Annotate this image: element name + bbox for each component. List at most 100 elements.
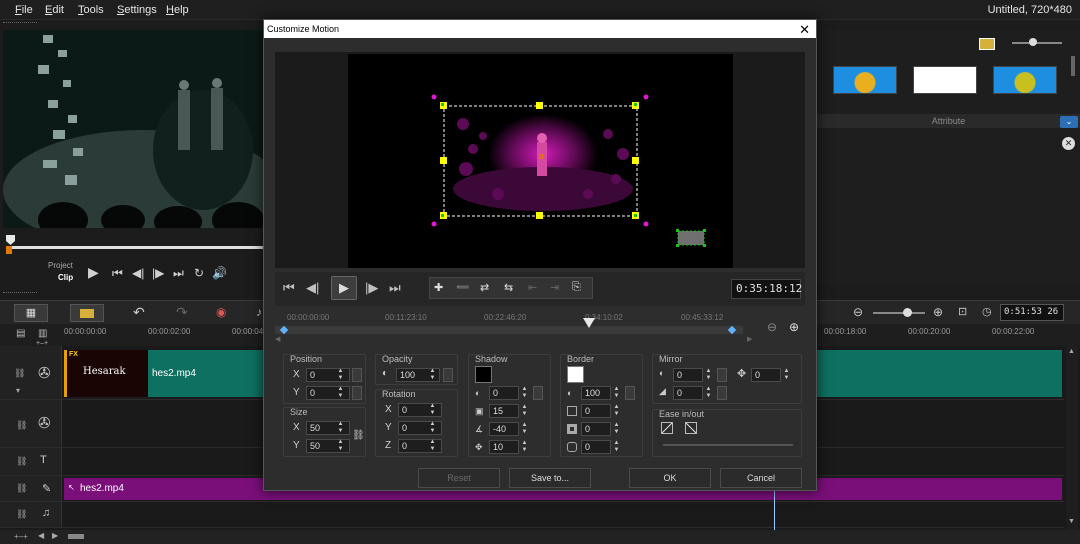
- scroll-down-icon[interactable]: ▼: [1068, 518, 1075, 525]
- ok-button[interactable]: OK: [629, 468, 711, 488]
- shadow-distance-input[interactable]: 10: [489, 440, 519, 454]
- track-lock-icon[interactable]: ⛓: [16, 420, 27, 431]
- border-value3-stepper[interactable]: ▲ ▼: [612, 440, 621, 454]
- trim-marker[interactable]: [6, 246, 12, 254]
- zoom-in-icon[interactable]: ⊕: [789, 320, 799, 334]
- border-width-input[interactable]: 0: [581, 404, 611, 418]
- close-icon[interactable]: ✕: [799, 21, 810, 39]
- horizontal-scroll-thumb[interactable]: [68, 534, 84, 539]
- play-button[interactable]: ▶: [331, 276, 357, 300]
- shadow-angle-input[interactable]: -40: [489, 422, 519, 436]
- copy-keyframe-icon[interactable]: ⎘: [572, 281, 581, 294]
- library-thumbnail-balloon-2[interactable]: [993, 66, 1057, 94]
- shadow-blur-stepper[interactable]: ▲ ▼: [520, 404, 529, 418]
- ease-out-icon[interactable]: [685, 422, 697, 434]
- menu-file[interactable]: File: [15, 4, 33, 16]
- tracks-scrollbar[interactable]: ▲ ▼: [1066, 346, 1078, 530]
- opacity-stepper[interactable]: ▲ ▼: [428, 368, 437, 382]
- scroll-right-icon[interactable]: ▶: [747, 335, 752, 343]
- border-opacity-input[interactable]: 100: [581, 386, 611, 400]
- rotation-y-stepper[interactable]: ▲ ▼: [428, 421, 437, 435]
- undo-icon[interactable]: ↶: [133, 304, 145, 321]
- chevron-down-icon[interactable]: ⌄: [1060, 116, 1078, 128]
- shadow-angle-stepper[interactable]: ▲ ▼: [520, 422, 529, 436]
- shadow-opacity-keyframe-button[interactable]: [533, 386, 543, 400]
- mirror-fade-stepper[interactable]: ▲ ▼: [704, 386, 713, 400]
- close-icon[interactable]: ✕: [1062, 137, 1075, 150]
- slider-thumb[interactable]: [1029, 38, 1037, 46]
- attribute-tab[interactable]: Attribute: [817, 114, 1080, 128]
- lock-aspect-ratio-icon[interactable]: ⛓: [352, 430, 365, 441]
- dialog-ruler[interactable]: 00:00:00:00 00:11:23:10 00:22:46:20 0:34…: [275, 310, 805, 344]
- view-toggle-icon[interactable]: [979, 38, 995, 50]
- shadow-distance-stepper[interactable]: ▲ ▼: [520, 440, 529, 454]
- shadow-opacity-stepper[interactable]: ▲ ▼: [520, 386, 529, 400]
- play-icon[interactable]: ▶: [88, 264, 99, 281]
- record-capture-icon[interactable]: ◉: [216, 305, 226, 319]
- redo-icon[interactable]: ↷: [176, 304, 188, 321]
- timeline-timecode[interactable]: 0:51:53 26: [1000, 304, 1064, 321]
- menu-tools[interactable]: Tools: [78, 4, 104, 16]
- mirror-fade-keyframe-button[interactable]: [717, 386, 727, 400]
- keyframe-track[interactable]: [275, 326, 743, 334]
- border-width-stepper[interactable]: ▲ ▼: [612, 404, 621, 418]
- project-mode-label[interactable]: Project: [48, 261, 73, 270]
- zoom-slider[interactable]: [873, 312, 925, 314]
- track-lock-icon[interactable]: ⛓: [16, 456, 27, 467]
- scroll-left-icon[interactable]: ◀: [275, 335, 280, 343]
- position-x-keyframe-button[interactable]: [352, 368, 362, 382]
- track-manager-icon[interactable]: ▤: [16, 328, 25, 339]
- clip-mode-label[interactable]: Clip: [58, 273, 73, 282]
- mirror-offset-stepper[interactable]: ▲ ▼: [782, 368, 791, 382]
- mirror-fade-input[interactable]: 0: [673, 386, 703, 400]
- position-y-keyframe-button[interactable]: [352, 386, 362, 400]
- move-keyframe-left-icon[interactable]: ⇤: [528, 281, 537, 294]
- volume-icon[interactable]: 🔊: [212, 266, 227, 280]
- swap-keyframes-icon[interactable]: ⇆: [504, 281, 513, 294]
- dialog-timecode[interactable]: 0:35:18:12: [731, 279, 802, 299]
- rotation-x-stepper[interactable]: ▲ ▼: [428, 403, 437, 417]
- repeat-icon[interactable]: ↻: [194, 266, 204, 280]
- previous-frame-icon[interactable]: ◀|: [132, 266, 144, 280]
- audio-mixer-icon[interactable]: ♪: [256, 305, 262, 319]
- border-color-swatch[interactable]: [567, 366, 584, 383]
- go-to-end-icon[interactable]: ⏭: [389, 280, 401, 296]
- dialog-titlebar[interactable]: Customize Motion ✕: [264, 20, 816, 38]
- motion-preview-video[interactable]: [348, 54, 733, 268]
- track-lock-icon[interactable]: ⛓: [14, 368, 25, 379]
- move-keyframe-right-icon[interactable]: ⇥: [550, 281, 559, 294]
- ease-slider[interactable]: [663, 444, 793, 446]
- menu-help[interactable]: Help: [166, 4, 189, 16]
- shadow-blur-input[interactable]: 15: [489, 404, 519, 418]
- mirror-opacity-keyframe-button[interactable]: [717, 368, 727, 382]
- scroll-right-icon[interactable]: ▶: [52, 531, 58, 540]
- track-lock-icon[interactable]: ⛓: [16, 509, 27, 520]
- zoom-out-icon[interactable]: ⊖: [767, 320, 777, 334]
- motion-canvas[interactable]: [348, 54, 733, 268]
- scroll-up-icon[interactable]: ▲: [1068, 348, 1075, 355]
- reverse-keyframes-icon[interactable]: ⇄: [480, 281, 489, 294]
- position-y-stepper[interactable]: ▲ ▼: [336, 386, 345, 400]
- track-lock-icon[interactable]: ⛓: [16, 483, 27, 494]
- preview-scrubber[interactable]: [8, 246, 264, 249]
- cancel-button[interactable]: Cancel: [720, 468, 802, 488]
- size-x-stepper[interactable]: ▲ ▼: [336, 421, 345, 435]
- opacity-keyframe-button[interactable]: [443, 368, 453, 382]
- track-expand-icon[interactable]: ▾: [16, 386, 20, 395]
- next-frame-icon[interactable]: |▶: [152, 266, 164, 280]
- clock-icon[interactable]: ◷: [982, 305, 992, 318]
- go-to-start-icon[interactable]: ⏮: [283, 280, 295, 296]
- timeline-view-icon[interactable]: [70, 304, 104, 322]
- shadow-color-swatch[interactable]: [475, 366, 492, 383]
- next-frame-icon[interactable]: |▶: [365, 280, 378, 296]
- library-thumbnail-balloon[interactable]: [833, 66, 897, 94]
- zoom-out-icon[interactable]: ⊖: [853, 305, 863, 319]
- border-value3-input[interactable]: 0: [581, 440, 611, 454]
- add-keyframe-icon[interactable]: ✚: [434, 281, 443, 294]
- zoom-slider-thumb[interactable]: [903, 308, 912, 317]
- rotation-z-stepper[interactable]: ▲ ▼: [428, 439, 437, 453]
- border-opacity-keyframe-button[interactable]: [625, 386, 635, 400]
- reset-button[interactable]: Reset: [418, 468, 500, 488]
- mirror-offset-input[interactable]: 0: [751, 368, 781, 382]
- border-value2-stepper[interactable]: ▲ ▼: [612, 422, 621, 436]
